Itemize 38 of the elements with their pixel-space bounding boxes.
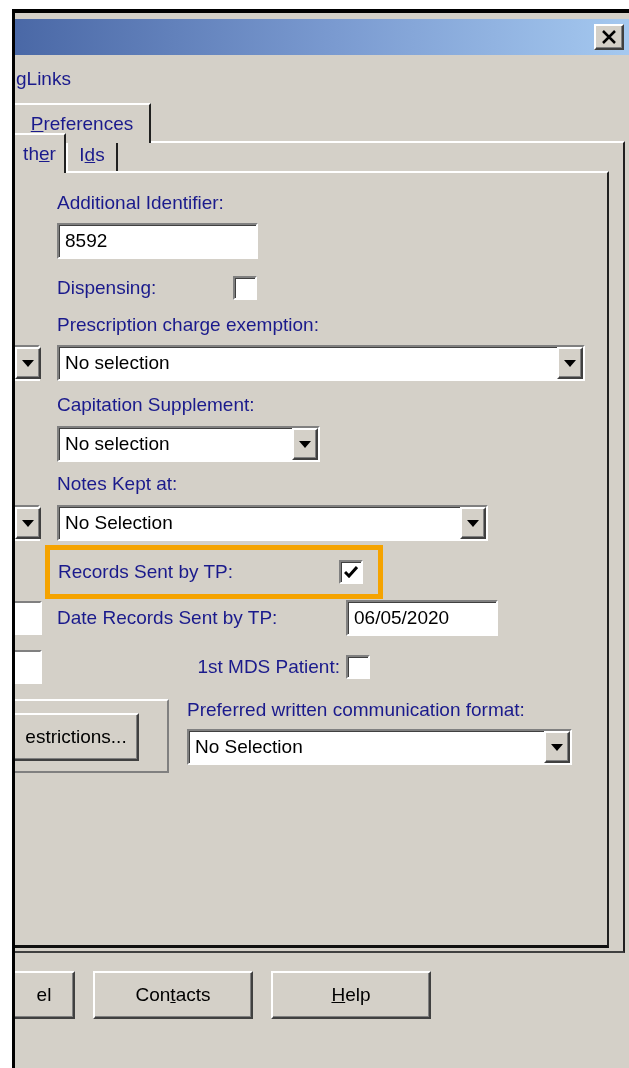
input-field[interactable] [15,650,42,684]
restrictions-button[interactable]: estrictions... [15,713,139,761]
checkbox[interactable] [346,655,370,679]
field-label: Date Records Sent by TP: [57,607,279,629]
close-icon [601,30,617,44]
field-label: 1st MDS Patient: [196,656,341,678]
checkbox[interactable] [339,560,363,584]
dropdown-arrow-icon [22,359,34,367]
dialog-button[interactable]: el [15,971,75,1019]
tab[interactable]: Preferences [15,103,151,143]
field-label: Notes Kept at: [57,473,178,495]
header-text: gLinks [16,69,72,89]
close-button[interactable] [594,24,624,50]
dropdown-arrow-icon [564,359,576,367]
date-field[interactable]: 06/05/2020 [346,600,498,636]
dropdown-field[interactable]: No selection [57,426,320,462]
dropdown-field[interactable]: No Selection [187,729,572,765]
input-field[interactable]: 8592 [57,223,258,259]
dialog-button[interactable]: Contacts [93,971,253,1019]
field-label: Records Sent by TP: [58,561,234,583]
dropdown-arrow-icon [22,519,34,527]
field-label: Dispensing: [57,277,158,299]
dropdown-field[interactable]: No selection [57,345,585,381]
checkbox[interactable] [233,276,257,300]
field-label: Preferred written communication format: [187,699,526,721]
dropdown-button[interactable] [15,505,40,541]
dropdown-field[interactable]: No Selection [57,505,488,541]
field-label: Prescription charge exemption: [57,314,319,336]
dialog-button[interactable]: Help [271,971,431,1019]
dropdown-arrow-icon [467,519,479,527]
field-label: Capitation Supplement: [57,394,255,416]
tab[interactable]: ther [15,133,66,173]
dropdown-arrow-icon [551,743,563,751]
dropdown-button[interactable] [15,345,40,381]
check-icon [344,566,358,578]
dropdown-arrow-icon [299,440,311,448]
input-field[interactable] [15,601,42,635]
field-label: Additional Identifier: [57,192,224,214]
